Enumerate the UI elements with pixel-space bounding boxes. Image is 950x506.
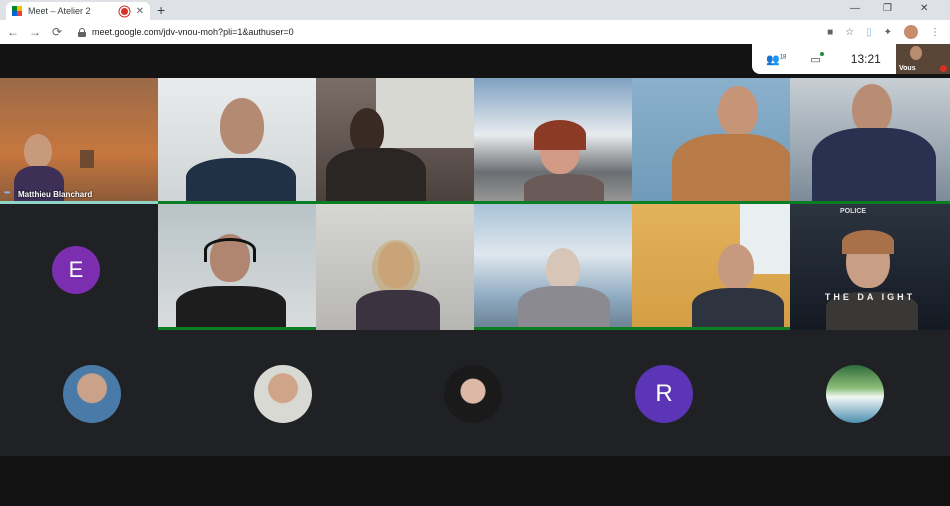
window-minimize-button[interactable]: —	[850, 3, 860, 14]
back-button[interactable]: ←	[2, 25, 24, 39]
background-text-top: POLICE	[840, 208, 867, 215]
self-label: Vous	[899, 65, 916, 72]
video-tile[interactable]	[158, 78, 316, 204]
chat-icon[interactable]: ▭	[810, 51, 825, 66]
forward-button[interactable]: →	[24, 25, 46, 39]
recording-indicator-icon	[120, 7, 128, 15]
speaking-indicator	[0, 201, 158, 204]
bottom-bar	[0, 456, 950, 506]
meet-stage: 👥18 ▭ 13:21 Vous ••• Matthieu Blanchard	[0, 44, 950, 506]
video-tile[interactable]	[158, 204, 316, 330]
video-tile[interactable]: POLICE THE DA IGHT	[790, 204, 950, 330]
browser-toolbar: ← → ⟳ meet.google.com/jdv-vnou-moh?pli=1…	[0, 20, 950, 44]
document-icon[interactable]: ▯	[866, 27, 872, 38]
video-tile[interactable]	[632, 78, 790, 204]
participant-avatar-photo[interactable]	[444, 365, 502, 423]
video-tile[interactable]	[316, 204, 474, 330]
lock-icon	[78, 27, 86, 37]
reload-button[interactable]: ⟳	[46, 25, 68, 39]
browser-tab-strip: Meet – Atelier 2 ✕ + — ❐ ✕	[0, 0, 950, 20]
participant-avatar-e[interactable]: E	[52, 246, 100, 294]
more-options-icon[interactable]: •••	[4, 188, 10, 197]
video-tile[interactable]	[632, 204, 790, 330]
extensions-icon[interactable]: ✦	[884, 27, 892, 38]
browser-tab-meet[interactable]: Meet – Atelier 2 ✕	[6, 2, 150, 20]
meet-favicon-icon	[12, 6, 22, 16]
bookmark-star-icon[interactable]: ☆	[845, 27, 854, 38]
window-restore-button[interactable]: ❐	[883, 3, 892, 14]
mic-muted-icon	[940, 65, 947, 72]
self-video	[910, 46, 922, 60]
participant-avatar-photo[interactable]	[254, 365, 312, 423]
active-border	[474, 327, 632, 330]
participant-avatar-waterfall[interactable]	[826, 365, 884, 423]
participant-avatar-photo[interactable]	[63, 365, 121, 423]
self-view-tile[interactable]: Vous	[896, 44, 950, 74]
toolbar-actions: ■ ☆ ▯ ✦ ⋮	[827, 20, 940, 44]
meeting-clock: 13:21	[850, 52, 881, 66]
participant-avatar-r[interactable]: R	[635, 365, 693, 423]
profile-avatar[interactable]	[904, 25, 918, 39]
video-tile[interactable]	[790, 78, 950, 204]
video-tile[interactable]	[316, 78, 474, 204]
video-tile[interactable]: ••• Matthieu Blanchard	[0, 78, 158, 204]
window-close-button[interactable]: ✕	[920, 3, 928, 14]
participants-button[interactable]: 👥18	[766, 53, 786, 66]
background-text: THE DA IGHT	[824, 292, 916, 302]
address-bar[interactable]: meet.google.com/jdv-vnou-moh?pli=1&authu…	[92, 27, 294, 37]
tab-close-icon[interactable]: ✕	[136, 6, 144, 17]
video-tile[interactable]	[474, 204, 632, 330]
new-tab-button[interactable]: +	[157, 2, 165, 18]
camera-icon[interactable]: ■	[827, 27, 833, 38]
active-border	[158, 327, 316, 330]
video-tile[interactable]	[474, 78, 632, 204]
browser-menu-icon[interactable]: ⋮	[930, 27, 940, 38]
participant-count: 18	[779, 53, 787, 60]
tab-title: Meet – Atelier 2	[28, 6, 91, 16]
active-border	[632, 327, 790, 330]
participant-name: Matthieu Blanchard	[18, 190, 93, 199]
